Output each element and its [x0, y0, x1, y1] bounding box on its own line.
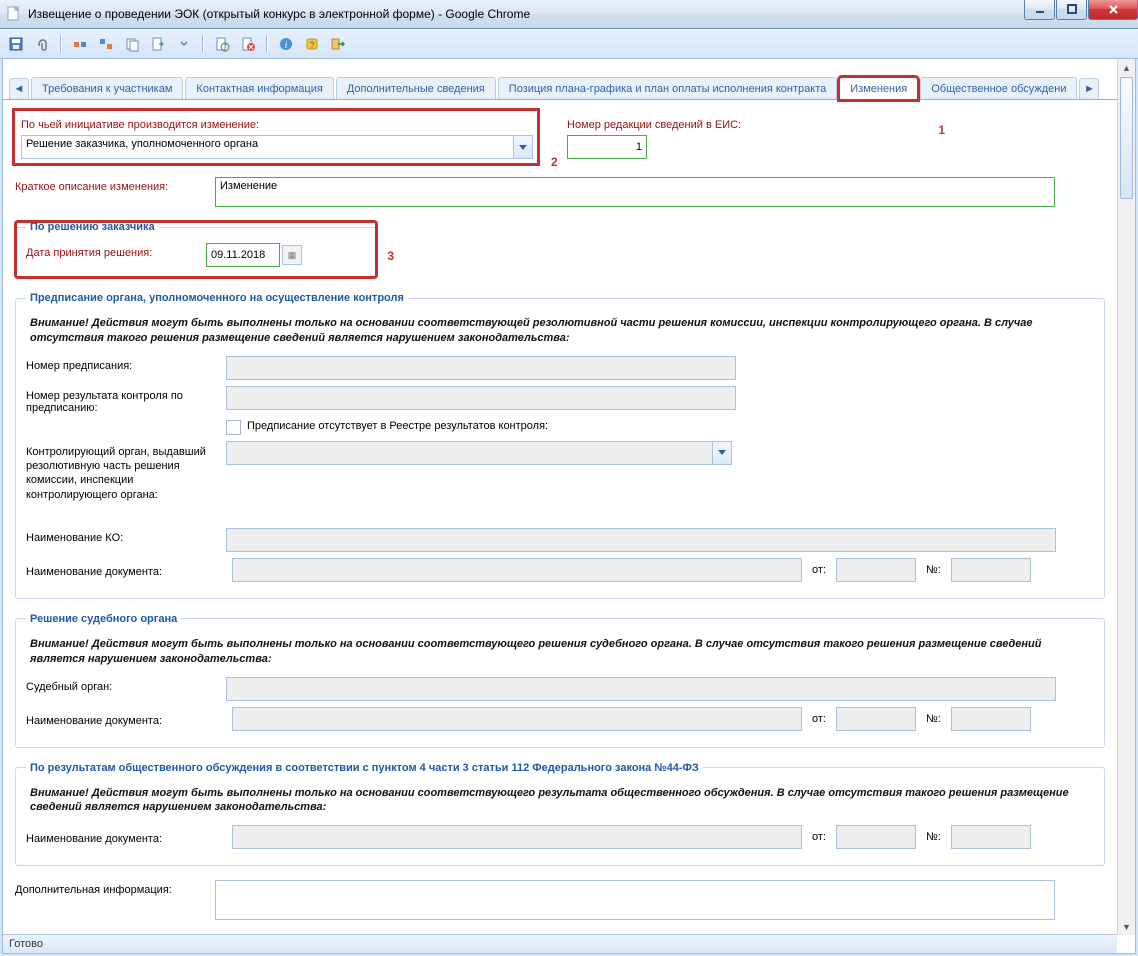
- marker-2: 2: [551, 155, 558, 169]
- controlling-body-select[interactable]: [226, 441, 732, 465]
- control-result-no-label: Номер результата контроля по предписанию…: [26, 386, 226, 414]
- window-maximize-button[interactable]: [1056, 0, 1087, 20]
- public-from-label: от:: [808, 831, 830, 843]
- marker-1: 1: [938, 123, 945, 137]
- prescription-num-input[interactable]: [951, 558, 1031, 582]
- court-doc-name-label: Наименование документа:: [26, 711, 226, 727]
- section-by-customer-legend: По решению заказчика: [26, 221, 159, 233]
- prescription-from-label: от:: [808, 564, 830, 576]
- section-prescription: Предписание органа, уполномоченного на о…: [15, 292, 1105, 599]
- prescription-no-input[interactable]: [226, 356, 736, 380]
- prescription-absent-label: Предписание отсутствует в Реестре резуль…: [247, 420, 548, 432]
- tab-changes[interactable]: Изменения: [839, 77, 918, 100]
- marker-3: 3: [387, 249, 394, 263]
- court-from-input[interactable]: [836, 707, 916, 731]
- attach-icon[interactable]: [32, 34, 52, 54]
- toolbar-action-1-icon[interactable]: [70, 34, 90, 54]
- ko-name-label: Наименование КО:: [26, 528, 226, 544]
- document-refresh-icon[interactable]: [212, 34, 232, 54]
- brief-textarea[interactable]: [215, 177, 1055, 207]
- decision-date-input[interactable]: [206, 243, 280, 267]
- section-by-customer: По решению заказчика Дата принятия решен…: [15, 221, 377, 278]
- public-doc-name-input[interactable]: [232, 825, 802, 849]
- window-minimize-button[interactable]: [1024, 0, 1055, 20]
- tab-requirements[interactable]: Требования к участникам: [31, 77, 183, 99]
- initiative-select[interactable]: Решение заказчика, уполномоченного орган…: [21, 135, 533, 159]
- form-panel: 1 2 По чьей инициативе производится изме…: [3, 103, 1117, 935]
- public-warning: Внимание! Действия могут быть выполнены …: [30, 786, 1094, 816]
- revision-label: Номер редакции сведений в ЕИС:: [567, 115, 741, 131]
- save-icon[interactable]: [6, 34, 26, 54]
- status-bar: Готово: [3, 934, 1117, 953]
- decision-date-label: Дата принятия решения:: [26, 243, 206, 259]
- tab-public-discussion[interactable]: Общественное обсуждени: [920, 77, 1077, 99]
- public-doc-name-label: Наименование документа:: [26, 829, 226, 845]
- chevron-down-icon[interactable]: [513, 136, 532, 158]
- info-icon[interactable]: i: [276, 34, 296, 54]
- public-num-input[interactable]: [951, 825, 1031, 849]
- section-public: По результатам общественного обсуждения …: [15, 762, 1105, 867]
- ko-name-input[interactable]: [226, 528, 1056, 552]
- court-num-input[interactable]: [951, 707, 1031, 731]
- tab-additional-info[interactable]: Дополнительные сведения: [336, 77, 496, 99]
- tabs-scroll-right-icon[interactable]: ►: [1079, 78, 1099, 99]
- initiative-label: По чьей инициативе производится изменени…: [21, 115, 531, 131]
- tab-strip: ◄ Требования к участникам Контактная инф…: [3, 73, 1135, 100]
- court-num-label: №:: [922, 713, 945, 725]
- public-from-input[interactable]: [836, 825, 916, 849]
- controlling-body-label: Контролирующий орган, выдавший резолютив…: [26, 441, 226, 502]
- document-cancel-icon[interactable]: [238, 34, 258, 54]
- court-warning: Внимание! Действия могут быть выполнены …: [30, 637, 1094, 667]
- page-icon: [6, 6, 22, 22]
- exit-icon[interactable]: [328, 34, 348, 54]
- court-body-label: Судебный орган:: [26, 677, 226, 693]
- scroll-up-icon[interactable]: ▲: [1118, 59, 1135, 76]
- copy-icon[interactable]: [122, 34, 142, 54]
- tabs-scroll-left-icon[interactable]: ◄: [9, 78, 29, 99]
- toolbar-action-2-icon[interactable]: [96, 34, 116, 54]
- section-prescription-legend: Предписание органа, уполномоченного на о…: [26, 292, 408, 304]
- revision-input[interactable]: [567, 135, 647, 159]
- court-from-label: от:: [808, 713, 830, 725]
- tab-schedule-position[interactable]: Позиция плана-графика и план оплаты испо…: [498, 77, 837, 99]
- court-body-input[interactable]: [226, 677, 1056, 701]
- court-doc-name-input[interactable]: [232, 707, 802, 731]
- prescription-doc-name-input[interactable]: [232, 558, 802, 582]
- prescription-absent-checkbox[interactable]: [226, 420, 241, 435]
- help-icon[interactable]: ?: [302, 34, 322, 54]
- section-court-legend: Решение судебного органа: [26, 613, 181, 625]
- control-result-no-input[interactable]: [226, 386, 736, 410]
- calendar-icon[interactable]: ▦: [282, 245, 302, 265]
- vertical-scrollbar[interactable]: ▲ ▼: [1117, 59, 1135, 935]
- section-court: Решение судебного органа Внимание! Дейст…: [15, 613, 1105, 748]
- section-public-legend: По результатам общественного обсуждения …: [26, 762, 703, 774]
- additional-info-label: Дополнительная информация:: [15, 880, 215, 896]
- dropdown-chevron-icon[interactable]: [174, 34, 194, 54]
- document-export-icon[interactable]: [148, 34, 168, 54]
- svg-text:i: i: [285, 40, 288, 51]
- scroll-down-icon[interactable]: ▼: [1118, 918, 1135, 935]
- window-close-button[interactable]: [1088, 0, 1138, 20]
- window-titlebar: Извещение о проведении ЭОК (открытый кон…: [0, 0, 1138, 29]
- prescription-num-label: №:: [922, 564, 945, 576]
- prescription-from-input[interactable]: [836, 558, 916, 582]
- initiative-value: Решение заказчика, уполномоченного орган…: [26, 138, 258, 150]
- public-num-label: №:: [922, 831, 945, 843]
- tab-contact-info[interactable]: Контактная информация: [185, 77, 333, 99]
- brief-label: Краткое описание изменения:: [15, 177, 215, 193]
- additional-info-textarea[interactable]: [215, 880, 1055, 920]
- prescription-warning: Внимание! Действия могут быть выполнены …: [30, 316, 1094, 346]
- app-toolbar: i ?: [0, 29, 1138, 59]
- chevron-down-icon[interactable]: [712, 442, 731, 464]
- prescription-no-label: Номер предписания:: [26, 356, 226, 372]
- window-title: Извещение о проведении ЭОК (открытый кон…: [28, 7, 530, 21]
- prescription-doc-name-label: Наименование документа:: [26, 562, 226, 578]
- svg-text:?: ?: [309, 40, 314, 50]
- status-text: Готово: [9, 938, 43, 950]
